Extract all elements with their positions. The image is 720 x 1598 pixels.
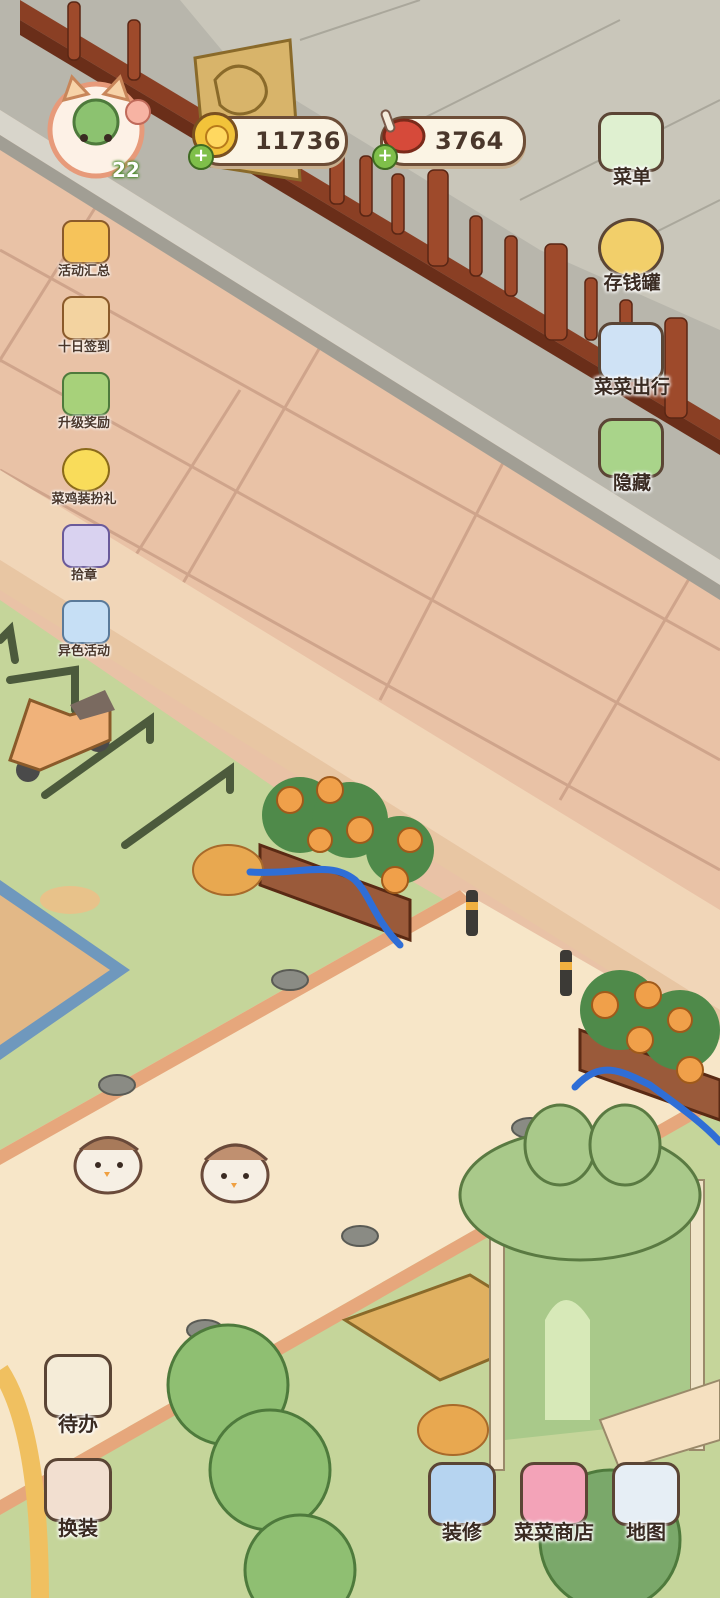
event-summary-icon <box>62 220 110 264</box>
rock <box>40 886 100 914</box>
color-event-label: 异色活动 <box>57 644 110 659</box>
shop-button[interactable]: 菜菜商店 <box>512 1462 596 1552</box>
menu-button[interactable]: 菜单 <box>590 112 674 196</box>
chick-costume-label: 菜鸡装扮礼 <box>51 492 117 507</box>
piggy-bank-label: 存钱罐 <box>603 272 661 294</box>
menu-label: 菜单 <box>612 166 651 188</box>
add-coins-button[interactable]: + <box>188 144 214 170</box>
color-event-icon <box>62 600 110 644</box>
checkin-icon <box>62 296 110 340</box>
todo-button[interactable]: 待办 <box>36 1354 120 1444</box>
event-summary-button[interactable]: 活动汇总 <box>52 220 116 284</box>
coin-amount: 11736 <box>255 127 341 155</box>
decorate-button[interactable]: 装修 <box>420 1462 504 1552</box>
travel-label: 菜菜出行 <box>593 376 670 398</box>
piggy-bank-button[interactable]: 存钱罐 <box>590 218 674 302</box>
map-label: 地图 <box>626 1520 666 1544</box>
levelup-reward-icon <box>62 372 110 416</box>
map-button[interactable]: 地图 <box>604 1462 688 1552</box>
checkin-button[interactable]: 十日签到 <box>52 296 116 360</box>
checkin-label: 十日签到 <box>57 340 110 355</box>
hide-label: 隐藏 <box>612 472 651 494</box>
color-event-button[interactable]: 异色活动 <box>52 600 116 664</box>
travel-button[interactable]: 菜菜出行 <box>590 322 674 406</box>
chick-character-2[interactable] <box>200 1143 270 1204</box>
todo-label: 待办 <box>58 1412 98 1436</box>
stamp-button[interactable]: 拾章 <box>52 524 116 588</box>
player-level: 22 <box>112 158 140 182</box>
dress-up-button[interactable]: 换装 <box>36 1458 120 1548</box>
stamp-icon <box>62 524 110 568</box>
dress-up-label: 换装 <box>58 1516 98 1540</box>
chick-costume-icon <box>62 448 110 492</box>
chick-costume-button[interactable]: 菜鸡装扮礼 <box>51 448 117 512</box>
levelup-reward-label: 升级奖励 <box>57 416 110 431</box>
levelup-reward-button[interactable]: 升级奖励 <box>52 372 116 436</box>
hide-button[interactable]: 隐藏 <box>590 418 674 502</box>
stamp-label: 拾章 <box>70 568 97 583</box>
add-meat-button[interactable]: + <box>372 144 398 170</box>
meat-amount: 3764 <box>435 127 504 155</box>
event-summary-label: 活动汇总 <box>57 264 110 279</box>
chick-character-1[interactable] <box>73 1136 143 1195</box>
